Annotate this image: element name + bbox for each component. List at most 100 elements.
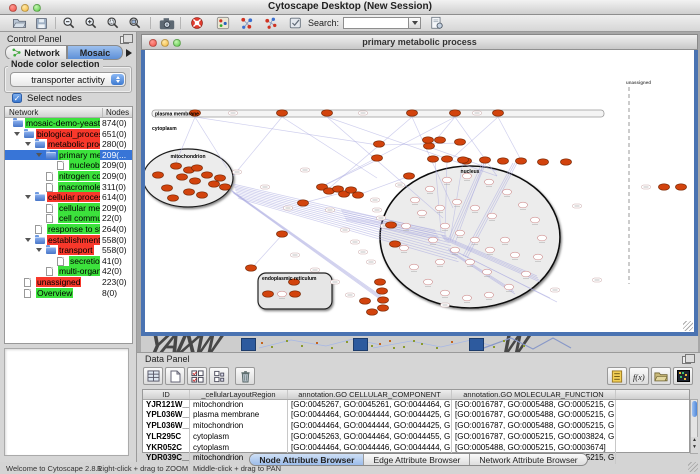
trash-icon xyxy=(240,370,251,383)
search-input[interactable] xyxy=(343,17,409,29)
zoom-out-button[interactable] xyxy=(60,15,78,31)
table-row[interactable]: YJR121W__1mitochondrion[GO:0045267, GO:0… xyxy=(143,400,689,411)
tree-row[interactable]: macromolecule311(0) xyxy=(5,182,132,193)
layout-button-1[interactable] xyxy=(238,15,256,31)
function-builder-button[interactable]: f(x) xyxy=(629,367,649,385)
frame-resize-grip[interactable] xyxy=(683,321,693,331)
tree-row[interactable]: transport558(0) xyxy=(5,245,132,256)
network-node xyxy=(498,158,509,164)
table-row[interactable]: YPL036W__1mitochondrion[GO:0044464, GO:0… xyxy=(143,421,689,432)
folder-icon xyxy=(35,141,45,148)
table-column-header[interactable] xyxy=(616,390,689,399)
background-network-window[interactable]: YAIXW W xyxy=(141,336,698,352)
tree-row[interactable]: cell communicat22(0) xyxy=(5,213,132,224)
tree-row[interactable]: nitrogen compo209(0) xyxy=(5,171,132,182)
combobox-stepper-icon[interactable] xyxy=(111,74,124,85)
annotation-button[interactable] xyxy=(286,15,304,31)
float-panel-icon[interactable] xyxy=(682,356,691,364)
tree-row-node-count: 209(0) xyxy=(102,160,127,171)
network-node xyxy=(290,291,301,297)
network-node xyxy=(516,158,527,164)
network-node xyxy=(378,297,389,303)
matrix-view-button[interactable] xyxy=(673,367,693,385)
birdseye-view-panel[interactable] xyxy=(4,348,129,456)
table-column-header[interactable]: annotation.GO MOLECULAR_FUNCTION xyxy=(452,390,616,399)
network-node xyxy=(246,265,257,271)
tree-row[interactable]: primary metabo209(... xyxy=(5,150,132,161)
network-node-unselected xyxy=(531,217,540,223)
snapshot-button[interactable] xyxy=(158,15,176,31)
tree-row-node-count: 874(0) xyxy=(102,118,127,129)
expand-arrow-icon[interactable] xyxy=(36,248,42,252)
tree-row[interactable]: response to stimulu264(0) xyxy=(5,224,132,235)
network-node-unselected xyxy=(501,237,510,243)
node-color-combobox[interactable]: transporter activity xyxy=(10,72,126,87)
tree-row-label: establishment of lo xyxy=(47,235,100,245)
network-node-unselected xyxy=(451,247,460,253)
expand-arrow-icon[interactable] xyxy=(36,153,42,157)
tree-row[interactable]: cellular process614(0) xyxy=(5,192,132,203)
expand-arrow-icon[interactable] xyxy=(25,195,31,199)
tree-row[interactable]: biological_process651(0) xyxy=(5,129,132,140)
table-column-header[interactable]: _cellularLayoutRegion xyxy=(190,390,288,399)
folder-icon xyxy=(35,237,45,244)
import-file-button[interactable] xyxy=(651,367,671,385)
table-column-header[interactable]: annotation.GO CELLULAR_COMPONENT xyxy=(288,390,452,399)
tab-scroll-right-icon[interactable] xyxy=(126,49,132,57)
expand-arrow-icon[interactable] xyxy=(14,132,20,136)
network-file-icon xyxy=(57,257,64,266)
select-nodes-checkbox[interactable]: ✓ xyxy=(12,93,22,103)
delete-attribute-button[interactable] xyxy=(235,367,255,385)
window-resize-grip[interactable] xyxy=(688,462,698,472)
tab-network[interactable]: Network xyxy=(5,45,67,60)
network-tree: Network Nodes mosaic-demo-yeast874(0)bio… xyxy=(4,106,133,344)
network-node xyxy=(404,173,415,179)
table-row[interactable]: YKR052Ccytoplasm[GO:0044464, GO:0044446,… xyxy=(143,443,689,454)
scrollbar-thumb[interactable] xyxy=(692,401,697,417)
tree-row[interactable]: establishment of lo558(0) xyxy=(5,235,132,246)
new-attribute-button[interactable] xyxy=(165,367,185,385)
tree-row[interactable]: multi-organism pro42(0) xyxy=(5,266,132,277)
select-node-attributes-button[interactable] xyxy=(187,367,207,385)
window-title: Cytoscape Desktop (New Session) xyxy=(0,1,700,12)
tree-row[interactable]: Overview8(0) xyxy=(5,288,132,299)
float-panel-icon[interactable] xyxy=(120,36,129,44)
table-cell: [GO:0044464, GO:0044444, GO:0044425, G..… xyxy=(288,421,452,432)
layout-button-2[interactable] xyxy=(262,15,280,31)
scrollbar-arrows-icon[interactable]: ▲▼ xyxy=(691,437,698,453)
table-column-header[interactable]: ID xyxy=(143,390,190,399)
advanced-search-button[interactable] xyxy=(428,15,446,31)
tree-row[interactable]: cellular metabo209(0) xyxy=(5,203,132,214)
tree-row[interactable]: metabolic process280(0) xyxy=(5,139,132,150)
attribute-table-icon xyxy=(147,370,160,382)
attribute-list-button[interactable] xyxy=(607,367,627,385)
import-attributes-button[interactable] xyxy=(143,367,163,385)
folder-icon xyxy=(35,194,45,201)
open-file-button[interactable] xyxy=(10,15,28,31)
data-panel-title: Data Panel xyxy=(145,354,190,364)
tree-row-label: mosaic-demo-yeast xyxy=(25,118,100,128)
tree-row-node-count: 223(0) xyxy=(102,277,127,288)
save-button[interactable] xyxy=(32,15,50,31)
tree-row[interactable]: nucleobase-209(0) xyxy=(5,160,132,171)
tree-row[interactable]: unassigned223(0) xyxy=(5,277,132,288)
zoom-fit-button[interactable] xyxy=(126,15,144,31)
tree-row[interactable]: secretion41(0) xyxy=(5,256,132,267)
table-row[interactable]: YPL036W__2plasma membrane[GO:0044464, GO… xyxy=(143,410,689,421)
tree-row[interactable]: mosaic-demo-yeast874(0) xyxy=(5,118,132,129)
table-row[interactable]: YLR295Ccytoplasm[GO:0045263, GO:0044464,… xyxy=(143,432,689,443)
vizmapper-button[interactable] xyxy=(214,15,232,31)
tree-row-node-count: 264(0) xyxy=(102,224,127,235)
zoom-selected-button[interactable] xyxy=(104,15,122,31)
unselect-attributes-button[interactable] xyxy=(209,367,229,385)
table-scrollbar[interactable]: ▲▼ xyxy=(690,399,698,454)
help-button[interactable] xyxy=(188,15,206,31)
zoom-in-button[interactable] xyxy=(82,15,100,31)
search-dropdown-button[interactable] xyxy=(409,17,421,29)
network-frame-titlebar[interactable]: primary metabolic process xyxy=(141,34,698,50)
network-node-unselected xyxy=(278,291,287,297)
network-canvas[interactable]: plasma membranecytoplasmmitochondrionnuc… xyxy=(145,50,694,332)
expand-arrow-icon[interactable] xyxy=(25,142,31,146)
tab-mosaic[interactable]: Mosaic xyxy=(67,45,123,60)
expand-arrow-icon[interactable] xyxy=(25,238,31,242)
